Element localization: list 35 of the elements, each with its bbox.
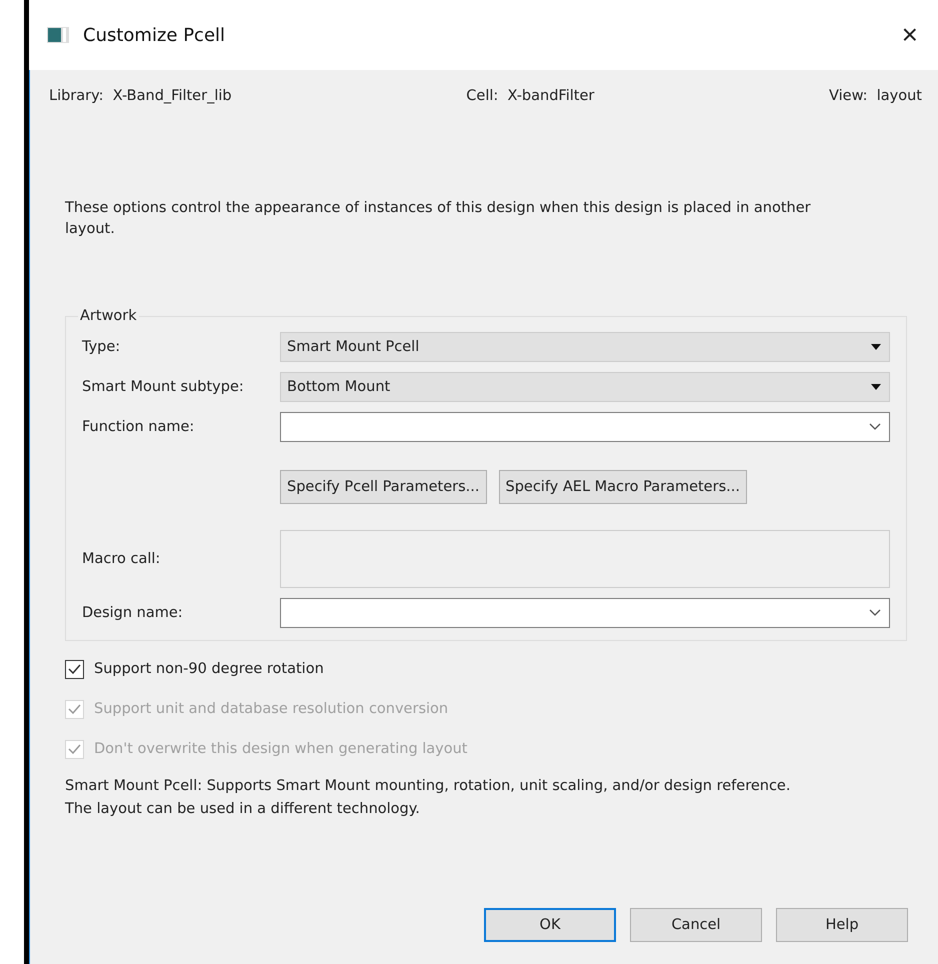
field-label: Smart Mount subtype: (82, 379, 245, 395)
macro-call-field[interactable] (280, 530, 890, 588)
window-title: Customize Pcell (83, 24, 226, 46)
parameters-button[interactable]: Specify AEL Macro Parameters... (498, 470, 747, 504)
group-title: Artwork (79, 308, 138, 324)
chevron-icon (869, 423, 881, 431)
field-label: Macro call: (82, 551, 162, 567)
field-label: Type: (82, 339, 122, 355)
combo-field[interactable] (280, 412, 890, 442)
description-text: These options control the appearance of instances of this design when this design is placed in another layout. (65, 199, 812, 239)
dropdown[interactable]: Bottom Mount (280, 372, 890, 402)
dialog-button[interactable]: Cancel (630, 908, 762, 942)
context-info: View: layout (829, 88, 922, 104)
check-icon (68, 704, 81, 714)
combo-field[interactable] (280, 598, 890, 628)
checkbox-label: Support non-90 degree rotation (94, 661, 324, 677)
window-icon (47, 27, 69, 43)
field-label: Function name: (82, 419, 196, 435)
info-text: Smart Mount Pcell: Supports Smart Mount mounting, rotation, unit scaling, and/or design reference. The layout can be used in a different technology. (65, 777, 792, 819)
dropdown[interactable]: Smart Mount Pcell (280, 332, 890, 362)
caret-icon (871, 384, 881, 390)
chevron-icon (869, 609, 881, 617)
context-info: Cell: X-bandFilter (466, 88, 594, 104)
check-icon (68, 744, 81, 754)
checkbox-label: Support unit and database resolution conversion (94, 701, 448, 717)
context-info: Library: X-Band_Filter_lib (49, 88, 232, 104)
field-label: Design name: (82, 605, 184, 621)
checkbox[interactable] (65, 660, 84, 678)
caret-icon (871, 344, 881, 350)
check-icon (68, 664, 81, 674)
dialog-button[interactable]: OK (484, 908, 616, 942)
checkbox-label: Don't overwrite this design when generating layout (94, 741, 468, 757)
close-button[interactable]: × (896, 19, 924, 51)
parameters-button[interactable]: Specify Pcell Parameters... (280, 470, 486, 504)
dialog-button[interactable]: Help (776, 908, 908, 942)
